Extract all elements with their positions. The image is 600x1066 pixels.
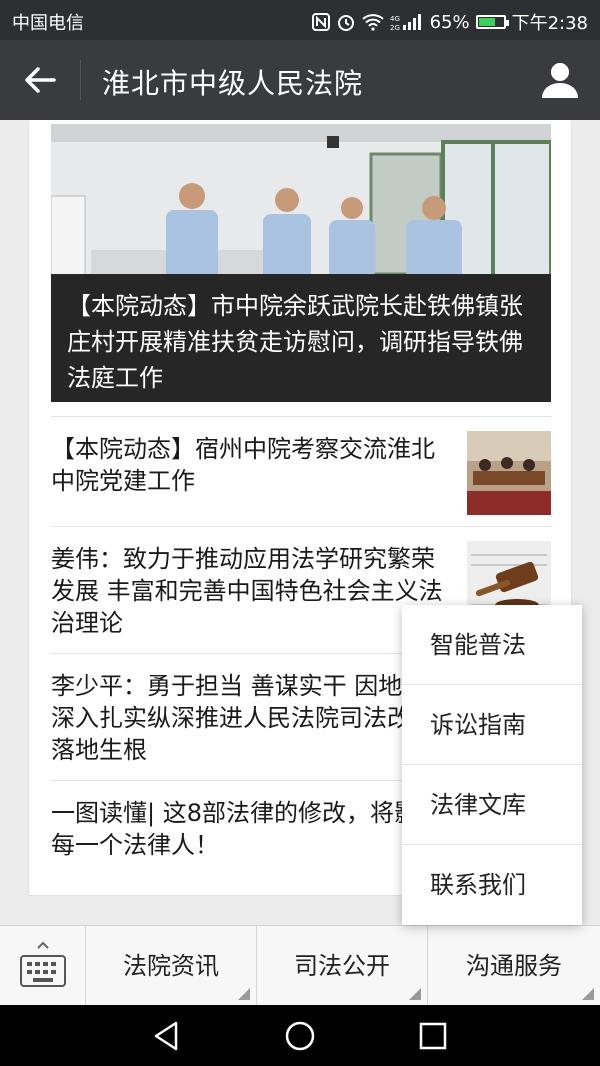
system-nav-bar	[0, 1005, 600, 1066]
battery-level	[478, 18, 495, 26]
signal-icon: 4G 2G	[390, 13, 424, 31]
submenu-item-law-library[interactable]: 法律文库	[402, 765, 582, 845]
svg-text:4G: 4G	[390, 15, 400, 23]
status-icons: 4G 2G 65% 下午2:38	[311, 9, 588, 35]
carrier-label: 中国电信	[12, 13, 84, 34]
person-icon	[542, 63, 578, 98]
battery-icon	[475, 15, 509, 29]
submenu-item-legal-education[interactable]: 智能普法	[402, 605, 582, 685]
wifi-icon	[361, 13, 384, 31]
menu-court-news[interactable]: 法院资讯	[86, 926, 257, 1006]
keyboard-toggle-button[interactable]	[0, 926, 86, 1006]
square-recents-icon	[419, 1022, 447, 1050]
bottom-menu-bar: 法院资讯 司法公开 沟通服务	[0, 925, 600, 1006]
nav-back-button[interactable]	[150, 1019, 184, 1053]
clock: 下午2:38	[511, 13, 588, 34]
page-title: 淮北市中级人民法院	[102, 67, 364, 100]
triangle-back-icon	[154, 1021, 178, 1051]
news-title: 一图读懂| 这8部法律的修改，将影响每一个法律人！	[51, 799, 442, 859]
nfc-icon	[311, 13, 330, 31]
submenu-indicator-icon	[238, 988, 250, 1000]
submenu-indicator-icon	[582, 988, 594, 1000]
status-bar: 中国电信 4G 2G 65% 下午2:38	[0, 0, 600, 40]
news-thumbnail	[467, 431, 551, 515]
back-button[interactable]	[18, 60, 62, 100]
keyboard-icon	[20, 941, 66, 987]
news-title: 李少平：勇于担当 善谋实干 因地制宜 深入扎实纵深推进人民法院司法改革落地生根	[51, 672, 451, 764]
alarm-icon	[336, 12, 356, 32]
header-divider	[80, 60, 81, 100]
nav-recents-button[interactable]	[416, 1019, 450, 1053]
menu-communication-service[interactable]: 沟通服务	[428, 926, 600, 1006]
submenu-item-contact-us[interactable]: 联系我们	[402, 845, 582, 925]
submenu-item-litigation-guide[interactable]: 诉讼指南	[402, 685, 582, 765]
news-title: 姜伟：致力于推动应用法学研究繁荣发展 丰富和完善中国特色社会主义法治理论	[51, 545, 443, 637]
hero-article[interactable]: 【本院动态】市中院余跃武院长赴铁佛镇张庄村开展精准扶贫走访慰问，调研指导铁佛法庭…	[51, 124, 551, 402]
menu-judicial-disclosure[interactable]: 司法公开	[257, 926, 428, 1006]
news-title: 【本院动态】宿州中院考察交流淮北中院党建工作	[51, 435, 435, 495]
nav-home-button[interactable]	[283, 1019, 317, 1053]
app-header: 淮北市中级人民法院	[0, 40, 600, 120]
menu-label: 沟通服务	[466, 952, 562, 980]
circle-home-icon	[285, 1021, 315, 1051]
submenu-popup: 智能普法 诉讼指南 法律文库 联系我们	[402, 605, 582, 925]
battery-percent: 65%	[429, 11, 470, 33]
menu-label: 司法公开	[294, 952, 390, 980]
profile-button[interactable]	[538, 58, 582, 102]
svg-text:2G: 2G	[390, 24, 400, 31]
list-item[interactable]: 【本院动态】宿州中院考察交流淮北中院党建工作	[51, 416, 551, 526]
arrow-left-icon	[25, 67, 56, 93]
menu-label: 法院资讯	[123, 952, 219, 980]
hero-caption: 【本院动态】市中院余跃武院长赴铁佛镇张庄村开展精准扶贫走访慰问，调研指导铁佛法庭…	[51, 274, 551, 402]
submenu-indicator-icon	[409, 988, 421, 1000]
